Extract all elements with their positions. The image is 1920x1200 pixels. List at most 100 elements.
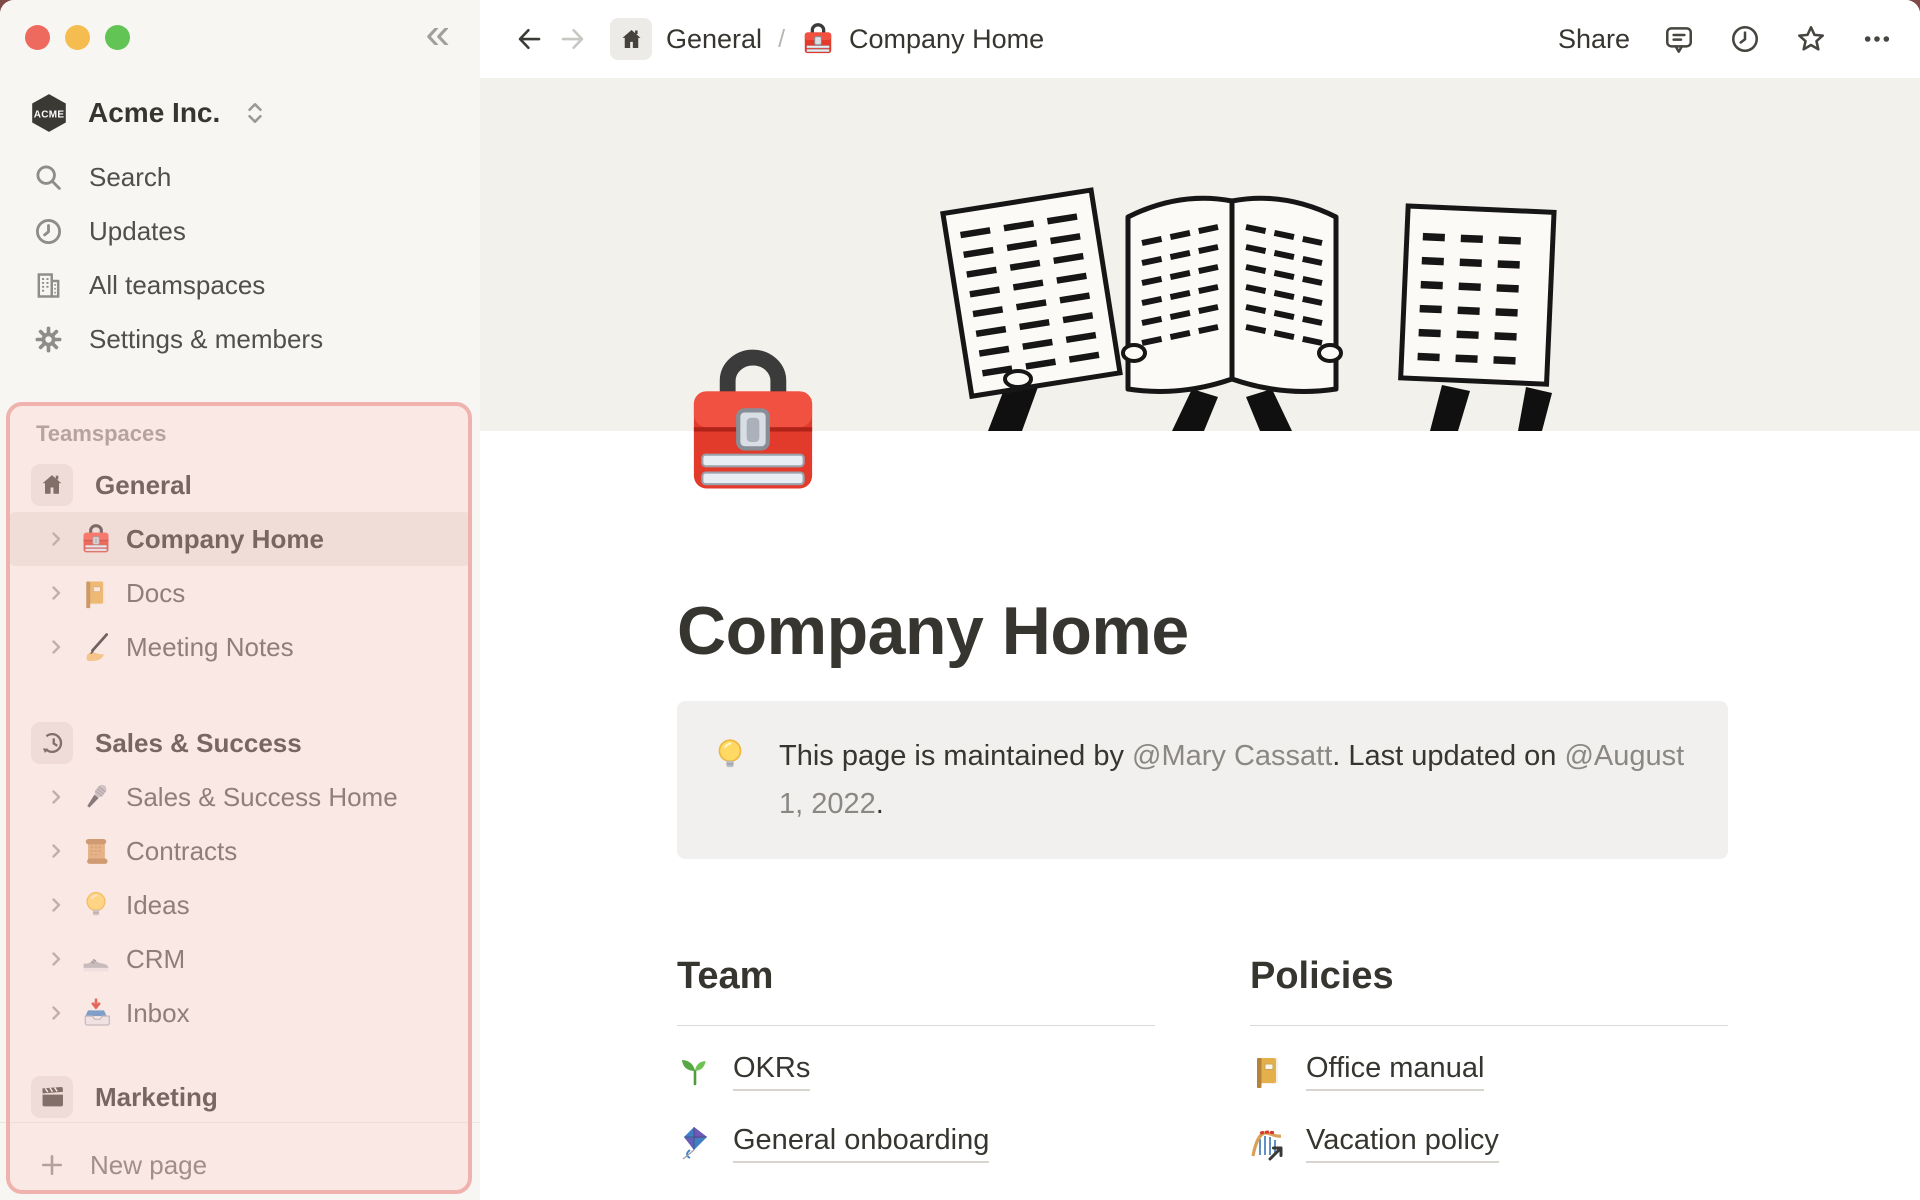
expand-chevron-icon[interactable] bbox=[44, 581, 68, 605]
breadcrumb-home-chip[interactable] bbox=[610, 18, 652, 60]
window-controls bbox=[25, 25, 130, 50]
roller-coaster-linked-icon bbox=[1251, 1130, 1283, 1161]
page-label: Contracts bbox=[126, 835, 238, 866]
close-window-button[interactable] bbox=[25, 25, 50, 50]
toolbox-icon bbox=[801, 22, 835, 56]
teamspace-marketing[interactable]: Marketing bbox=[0, 1074, 480, 1120]
page-link-general-onboarding[interactable]: General onboarding bbox=[677, 1116, 1155, 1170]
house-icon bbox=[31, 464, 73, 506]
workspace-name: Acme Inc. bbox=[88, 97, 221, 128]
nav-label: Settings & members bbox=[89, 323, 324, 354]
column-heading-policies[interactable]: Policies bbox=[1250, 951, 1728, 1001]
expand-chevron-icon[interactable] bbox=[44, 635, 68, 659]
teamspace-name: Sales & Success bbox=[95, 727, 302, 758]
orange-notebook-icon bbox=[1257, 1058, 1278, 1088]
breadcrumb-item-general[interactable]: General bbox=[666, 24, 762, 55]
sidebar-page-crm[interactable]: CRM bbox=[0, 932, 480, 986]
more-options-button[interactable] bbox=[1860, 22, 1894, 56]
sidebar-item-search[interactable]: Search bbox=[0, 150, 480, 204]
teamspaces-section-label: Teamspaces bbox=[36, 421, 167, 446]
expand-chevron-icon[interactable] bbox=[44, 1001, 68, 1025]
page-link-label: Vacation policy bbox=[1306, 1124, 1499, 1163]
toolbox-icon bbox=[80, 523, 112, 555]
share-button[interactable]: Share bbox=[1558, 24, 1630, 55]
expand-chevron-icon[interactable] bbox=[44, 893, 68, 917]
light-bulb-icon bbox=[80, 889, 112, 921]
page-link-label: How to request PTO bbox=[1306, 1196, 1568, 1200]
page-link-okrs[interactable]: OKRs bbox=[677, 1044, 1155, 1098]
sidebar-page-contracts[interactable]: Contracts bbox=[0, 824, 480, 878]
page-label: Inbox bbox=[126, 997, 190, 1028]
teamspace-general[interactable]: General bbox=[0, 458, 480, 512]
mention-mary-cassatt[interactable]: @Mary Cassatt bbox=[1132, 740, 1332, 772]
callout-block[interactable]: This page is maintained by @Mary Cassatt… bbox=[677, 701, 1728, 859]
kite-icon bbox=[682, 1127, 707, 1160]
clapperboard-icon bbox=[31, 1076, 73, 1118]
page-label: Company Home bbox=[126, 523, 324, 554]
page-title[interactable]: Company Home bbox=[677, 431, 1728, 671]
comments-button[interactable] bbox=[1662, 22, 1696, 56]
sidebar-item-all-teamspaces[interactable]: All teamspaces bbox=[0, 258, 480, 312]
sidebar-page-ideas[interactable]: Ideas bbox=[0, 878, 480, 932]
page-link-office-manual[interactable]: Office manual bbox=[1250, 1044, 1728, 1098]
clock-icon bbox=[35, 218, 62, 244]
sneaker-icon bbox=[80, 943, 112, 975]
page-link-label: OKRs bbox=[733, 1052, 811, 1091]
divider bbox=[677, 1025, 1155, 1026]
sidebar-item-updates[interactable]: Updates bbox=[0, 204, 480, 258]
breadcrumb-item-company-home[interactable]: Company Home bbox=[849, 24, 1044, 55]
teamspace-sales-success[interactable]: Sales & Success bbox=[0, 716, 480, 770]
sidebar-item-settings[interactable]: Settings & members bbox=[0, 312, 480, 366]
nav-label: All teamspaces bbox=[89, 269, 266, 300]
sidebar-page-meeting-notes[interactable]: Meeting Notes bbox=[0, 620, 480, 674]
breadcrumb-separator: / bbox=[778, 24, 786, 53]
forward-arrow-icon[interactable] bbox=[558, 24, 588, 54]
nav-label: Updates bbox=[89, 215, 186, 246]
divider bbox=[1250, 1025, 1728, 1026]
page-link-label: What's new bbox=[733, 1196, 882, 1200]
nav-label: Search bbox=[89, 161, 172, 192]
page-label: CRM bbox=[126, 943, 186, 974]
expand-chevron-icon[interactable] bbox=[44, 527, 68, 551]
svg-text:ACME: ACME bbox=[34, 110, 65, 121]
policies-column: Policies Office manual Vacation policy H… bbox=[1250, 951, 1728, 1200]
sidebar-page-inbox[interactable]: Inbox bbox=[0, 986, 480, 1040]
column-heading-team[interactable]: Team bbox=[677, 951, 1155, 1001]
page-link-vacation-policy[interactable]: Vacation policy bbox=[1250, 1116, 1728, 1170]
favorite-button[interactable] bbox=[1794, 22, 1828, 56]
page-columns: Team OKRs General onboarding What's new bbox=[677, 951, 1728, 1200]
minimize-window-button[interactable] bbox=[65, 25, 90, 50]
history-clock-icon bbox=[31, 722, 73, 764]
page-link-whats-new[interactable]: What's new bbox=[677, 1188, 1155, 1200]
star-icon bbox=[1798, 26, 1824, 51]
expand-chevron-icon[interactable] bbox=[44, 947, 68, 971]
plus-icon bbox=[41, 1154, 63, 1176]
workspace-logo-icon: ACME bbox=[32, 94, 66, 132]
page-icon-toolbox[interactable] bbox=[677, 347, 829, 499]
back-arrow-icon[interactable] bbox=[514, 24, 544, 54]
expand-chevron-icon[interactable] bbox=[44, 785, 68, 809]
expand-chevron-icon[interactable] bbox=[44, 839, 68, 863]
callout-segment: This page is maintained by bbox=[779, 740, 1133, 772]
search-icon bbox=[36, 164, 61, 190]
page-link-label: Office manual bbox=[1306, 1052, 1485, 1091]
topbar: General / Company Home Share bbox=[480, 0, 1920, 78]
scroll-icon bbox=[80, 835, 112, 867]
callout-text: This page is maintained by @Mary Cassatt… bbox=[779, 732, 1690, 828]
sidebar-page-company-home[interactable]: Company Home bbox=[8, 512, 472, 566]
page-label: Ideas bbox=[126, 889, 190, 920]
sidebar-page-docs[interactable]: Docs bbox=[0, 566, 480, 620]
page-link-request-pto[interactable]: How to request PTO bbox=[1250, 1188, 1728, 1200]
sidebar-divider bbox=[0, 1122, 480, 1123]
workspace-switcher[interactable]: ACME Acme Inc. bbox=[0, 90, 480, 136]
workspace-toggle-icon bbox=[248, 103, 262, 123]
microphone-icon bbox=[80, 781, 112, 813]
sidebar-collapse-button[interactable]: « bbox=[426, 8, 450, 61]
page-label: Sales & Success Home bbox=[126, 781, 398, 812]
zoom-window-button[interactable] bbox=[105, 25, 130, 50]
new-page-button[interactable]: New page bbox=[0, 1137, 480, 1193]
sidebar-page-sales-success-home[interactable]: Sales & Success Home bbox=[0, 770, 480, 824]
page-history-button[interactable] bbox=[1728, 22, 1762, 56]
seedling-icon bbox=[682, 1060, 706, 1086]
teamspace-name: General bbox=[95, 469, 192, 500]
